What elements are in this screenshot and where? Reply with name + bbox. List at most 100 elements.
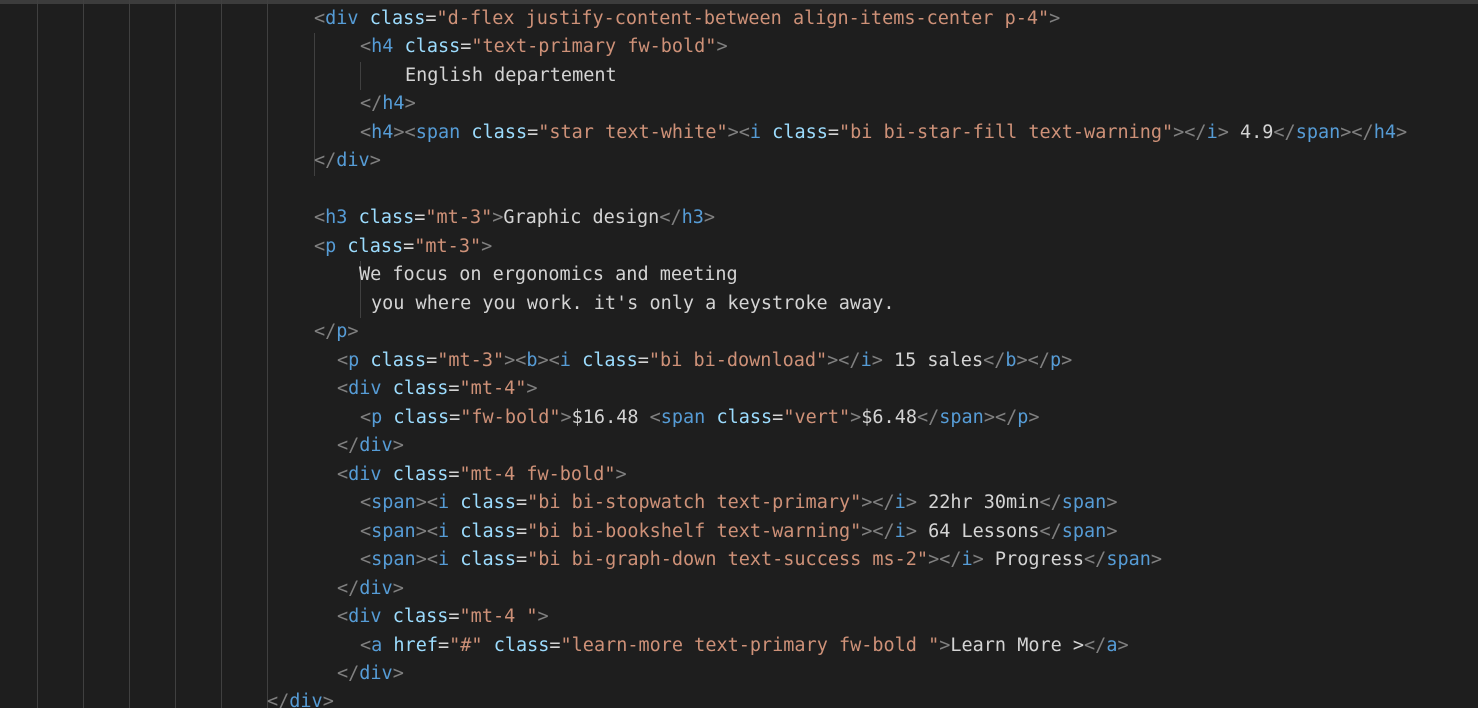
- code-token: ></: [861, 521, 895, 542]
- code-token: </: [659, 207, 682, 228]
- code-token: href: [393, 635, 438, 656]
- code-token: ></: [861, 492, 895, 513]
- code-token: class: [347, 236, 404, 257]
- code-token: <: [360, 549, 372, 570]
- code-token: i: [437, 492, 450, 513]
- code-token: class: [582, 350, 638, 371]
- code-token: =: [414, 207, 426, 228]
- code-line: <p class="mt-3">: [314, 233, 492, 261]
- code-token: =: [515, 492, 528, 513]
- code-token: p: [325, 236, 337, 257]
- code-line: <div class="mt-4 ">: [337, 603, 549, 631]
- code-token: ></: [1340, 122, 1374, 143]
- code-token: >: [850, 407, 862, 428]
- code-token: ><: [415, 549, 438, 570]
- code-token: class: [460, 549, 516, 570]
- code-token: span: [1061, 492, 1107, 513]
- code-token: b: [1005, 350, 1017, 371]
- code-line: </div>: [337, 432, 404, 460]
- code-token: </: [916, 407, 940, 428]
- code-token: >: [1061, 350, 1073, 371]
- code-token: <: [360, 36, 372, 57]
- code-token: ></: [983, 407, 1018, 428]
- code-line: <a href="#" class="learn-more text-prima…: [360, 632, 1129, 660]
- code-token: "star text-white": [538, 122, 728, 143]
- code-line: <h4 class="text-primary fw-bold">: [360, 33, 728, 61]
- code-token: a: [371, 635, 383, 656]
- code-token: <: [314, 236, 326, 257]
- code-token: ><: [537, 350, 560, 371]
- code-line: <p class="fw-bold">$16.48 <span class="v…: [360, 404, 1040, 432]
- code-token: p: [1017, 407, 1029, 428]
- code-token: >: [481, 236, 493, 257]
- indent-guide: [83, 0, 84, 708]
- code-token: span: [415, 122, 461, 143]
- code-token: <: [337, 378, 349, 399]
- code-token: =: [403, 236, 415, 257]
- code-token: <: [360, 407, 372, 428]
- code-token: Graphic design: [503, 207, 660, 228]
- code-token: class: [393, 407, 450, 428]
- code-editor[interactable]: <div class="d-flex justify-content-betwe…: [0, 0, 1478, 708]
- code-token: ></: [928, 549, 962, 570]
- code-token: "mt-3": [437, 350, 505, 371]
- code-token: div: [348, 378, 382, 399]
- code-token: <: [649, 407, 661, 428]
- code-token: </: [1084, 635, 1107, 656]
- code-line: <p class="mt-3"><b><i class="bi bi-downl…: [337, 347, 1072, 375]
- code-token: >: [905, 521, 917, 542]
- code-token: 64 Lessons: [916, 521, 1040, 542]
- code-token: 4.9: [1228, 122, 1274, 143]
- code-token: ><: [415, 492, 438, 513]
- code-token: <: [314, 207, 326, 228]
- code-token: class: [493, 635, 550, 656]
- code-token: >: [1117, 635, 1129, 656]
- code-token: >: [492, 207, 504, 228]
- code-token: div: [348, 606, 382, 627]
- code-token: <: [360, 122, 372, 143]
- code-token: $6.48: [861, 407, 917, 428]
- code-token: p: [1049, 350, 1062, 371]
- code-token: =: [460, 36, 472, 57]
- code-token: h4: [1373, 122, 1396, 143]
- code-token: <: [314, 8, 326, 29]
- code-token: </: [1273, 122, 1296, 143]
- code-token: "bi bi-star-fill text-warning": [839, 122, 1174, 143]
- code-token: >: [615, 464, 627, 485]
- code-token: >: [392, 578, 404, 599]
- code-token: =: [448, 606, 460, 627]
- code-line: </div>: [337, 660, 404, 688]
- code-token: "bi bi-stopwatch text-primary": [527, 492, 862, 513]
- code-token: span: [1295, 122, 1341, 143]
- code-line: English departement: [405, 62, 617, 90]
- code-token: >: [871, 350, 883, 371]
- code-token: </: [1084, 549, 1107, 570]
- code-token: =: [426, 350, 438, 371]
- code-line: <h3 class="mt-3">Graphic design</h3>: [314, 204, 715, 232]
- code-token: =: [515, 521, 528, 542]
- code-token: <: [360, 521, 372, 542]
- code-token: "mt-4 ": [459, 606, 538, 627]
- code-token: p: [348, 350, 360, 371]
- code-token: div: [325, 8, 359, 29]
- code-token: ><: [727, 122, 750, 143]
- code-token: i: [860, 350, 872, 371]
- code-token: =: [527, 122, 539, 143]
- code-token: >: [322, 691, 334, 708]
- code-line: </h4>: [360, 90, 416, 118]
- code-line: <div class="mt-4 fw-bold">: [337, 461, 627, 489]
- code-token: "vert": [783, 407, 851, 428]
- code-token: =: [425, 8, 437, 29]
- code-line: </div>: [314, 147, 381, 175]
- code-token: Learn More >: [950, 635, 1085, 656]
- code-token: b: [526, 350, 538, 371]
